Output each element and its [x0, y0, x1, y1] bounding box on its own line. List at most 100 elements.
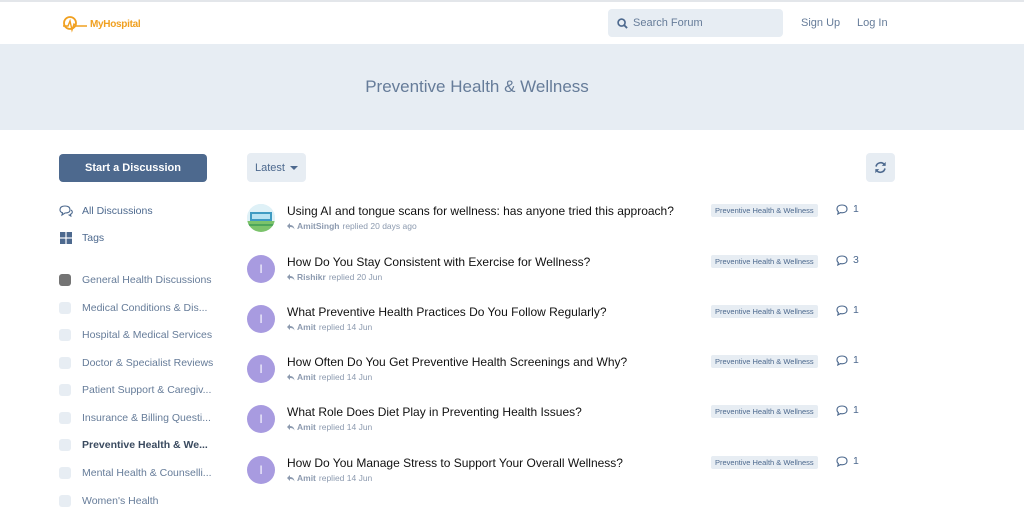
discussion-row[interactable]: I How Do You Stay Consistent with Exerci… [247, 254, 867, 295]
reply-count: 3 [836, 254, 859, 266]
start-discussion-button[interactable]: Start a Discussion [59, 154, 207, 182]
comment-icon [836, 354, 848, 366]
reply-username[interactable]: Amit [297, 473, 316, 483]
reply-count: 1 [836, 203, 859, 215]
sidebar-tag-medical-conditions[interactable]: Medical Conditions & Dis... [59, 300, 207, 316]
reply-count: 1 [836, 304, 859, 316]
tag-badge[interactable]: Preventive Health & Wellness [711, 305, 818, 318]
reply-count-number: 3 [853, 254, 859, 266]
tag-label: Medical Conditions & Dis... [82, 302, 208, 314]
reply-time: replied 14 Jun [318, 322, 373, 332]
discussion-title[interactable]: Using AI and tongue scans for wellness: … [287, 204, 674, 218]
search-box[interactable] [608, 9, 783, 37]
avatar[interactable] [247, 204, 275, 232]
discussion-row[interactable]: I How Do You Manage Stress to Support Yo… [247, 455, 867, 496]
log-in-link[interactable]: Log In [857, 17, 888, 29]
logo-text: MyHospital [90, 18, 141, 30]
reply-icon [287, 222, 295, 229]
discussion-title[interactable]: What Role Does Diet Play in Preventing H… [287, 405, 582, 419]
refresh-button[interactable] [866, 153, 895, 182]
site-logo[interactable]: MyHospital [62, 14, 141, 34]
tag-color-swatch [59, 412, 71, 424]
discussion-title[interactable]: How Do You Stay Consistent with Exercise… [287, 255, 590, 269]
nav-label: Tags [82, 232, 105, 244]
avatar[interactable]: I [247, 355, 275, 383]
discussion-meta: Amit replied 14 Jun [287, 372, 372, 382]
comment-icon [836, 304, 848, 316]
avatar[interactable]: I [247, 456, 275, 484]
reply-count-number: 1 [853, 203, 859, 215]
discussion-meta: Amit replied 14 Jun [287, 422, 372, 432]
tag-color-swatch [59, 439, 71, 451]
reply-count: 1 [836, 404, 859, 416]
discussion-row[interactable]: Using AI and tongue scans for wellness: … [247, 203, 867, 244]
sign-up-link[interactable]: Sign Up [801, 17, 840, 29]
comments-icon [59, 204, 73, 218]
reply-icon [287, 273, 295, 280]
tag-label: Mental Health & Counselli... [82, 467, 212, 479]
reply-time: replied 14 Jun [318, 473, 373, 483]
sidebar-tag-patient-support[interactable]: Patient Support & Caregiv... [59, 382, 211, 398]
comment-icon [836, 404, 848, 416]
reply-count: 1 [836, 455, 859, 467]
reply-username[interactable]: Rishikr [297, 272, 326, 282]
reply-icon [287, 423, 295, 430]
tag-color-swatch [59, 329, 71, 341]
comment-icon [836, 455, 848, 467]
sort-label: Latest [255, 161, 285, 174]
reply-count-number: 1 [853, 404, 859, 416]
tag-badge[interactable]: Preventive Health & Wellness [711, 255, 818, 268]
sort-dropdown[interactable]: Latest [247, 153, 306, 182]
reply-time: replied 20 Jun [328, 272, 383, 282]
tag-label: Insurance & Billing Questi... [82, 412, 211, 424]
search-input[interactable] [633, 17, 773, 29]
discussion-row[interactable]: I What Role Does Diet Play in Preventing… [247, 404, 867, 445]
heartbeat-logo-icon [63, 16, 87, 33]
tag-badge[interactable]: Preventive Health & Wellness [711, 405, 818, 418]
nav-label: All Discussions [82, 205, 153, 217]
nav-all-discussions[interactable]: All Discussions [59, 203, 153, 219]
sidebar-tag-hospital-services[interactable]: Hospital & Medical Services [59, 327, 212, 343]
reply-username[interactable]: Amit [297, 422, 316, 432]
discussion-row[interactable]: I What Preventive Health Practices Do Yo… [247, 304, 867, 345]
tag-label: General Health Discussions [82, 274, 212, 286]
tag-badge[interactable]: Preventive Health & Wellness [711, 355, 818, 368]
avatar[interactable]: I [247, 405, 275, 433]
reply-username[interactable]: Amit [297, 322, 316, 332]
nav-tags[interactable]: Tags [59, 230, 104, 246]
discussion-meta: Rishikr replied 20 Jun [287, 272, 382, 282]
reply-count: 1 [836, 354, 859, 366]
sidebar-tag-preventive-health[interactable]: Preventive Health & We... [59, 437, 208, 453]
sidebar-tag-doctor-reviews[interactable]: Doctor & Specialist Reviews [59, 355, 213, 371]
tag-hero: Preventive Health & Wellness [0, 44, 1024, 130]
avatar[interactable]: I [247, 305, 275, 333]
tag-badge[interactable]: Preventive Health & Wellness [711, 204, 818, 217]
sidebar-tag-insurance-billing[interactable]: Insurance & Billing Questi... [59, 410, 211, 426]
tag-color-swatch [59, 495, 71, 507]
sidebar-tag-mental-health[interactable]: Mental Health & Counselli... [59, 465, 212, 481]
discussion-title[interactable]: How Often Do You Get Preventive Health S… [287, 355, 627, 369]
search-icon [617, 17, 628, 29]
site-header: MyHospital Sign Up Log In [0, 2, 1024, 44]
discussion-meta: Amit replied 14 Jun [287, 473, 372, 483]
discussion-title[interactable]: How Do You Manage Stress to Support Your… [287, 456, 623, 470]
tag-color-swatch [59, 467, 71, 479]
reply-icon [287, 373, 295, 380]
tag-label: Preventive Health & We... [82, 439, 208, 451]
discussion-row[interactable]: I How Often Do You Get Preventive Health… [247, 354, 867, 395]
reply-count-number: 1 [853, 455, 859, 467]
reply-username[interactable]: Amit [297, 372, 316, 382]
reply-count-number: 1 [853, 354, 859, 366]
comment-icon [836, 203, 848, 215]
avatar[interactable]: I [247, 255, 275, 283]
tag-color-swatch [59, 357, 71, 369]
sidebar-tag-womens-health[interactable]: Women's Health [59, 493, 159, 509]
reply-username[interactable]: AmitSingh [297, 221, 340, 231]
sidebar-tag-general-health[interactable]: General Health Discussions [59, 272, 212, 288]
discussion-title[interactable]: What Preventive Health Practices Do You … [287, 305, 607, 319]
reply-icon [287, 323, 295, 330]
comment-icon [836, 254, 848, 266]
tag-label: Hospital & Medical Services [82, 329, 213, 341]
tag-label: Women's Health [82, 495, 159, 507]
tag-badge[interactable]: Preventive Health & Wellness [711, 456, 818, 469]
